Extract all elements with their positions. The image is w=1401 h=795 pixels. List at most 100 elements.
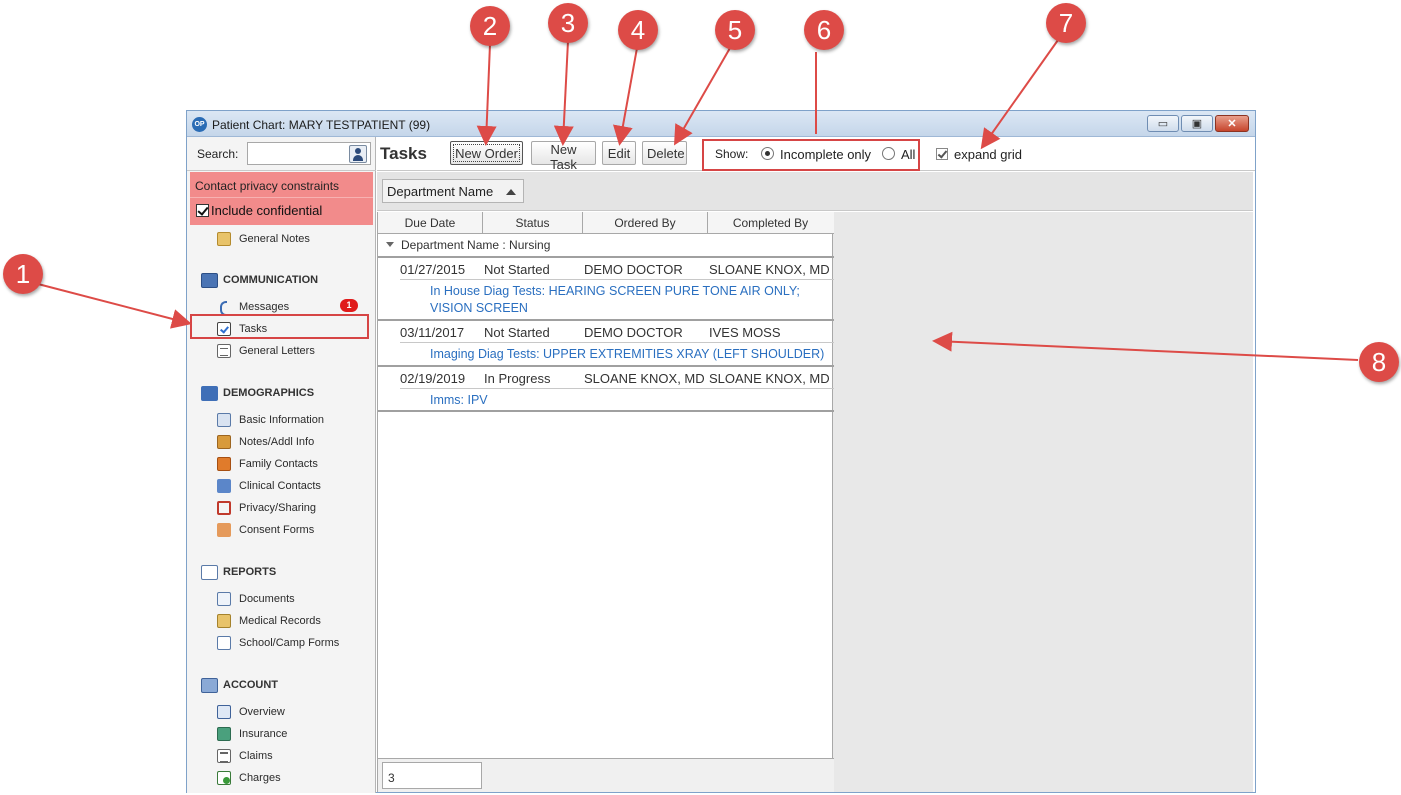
account-icon [201, 677, 218, 693]
column-header-completed-by[interactable]: Completed By [708, 212, 833, 234]
sidebar-item-label: Medical Records [239, 615, 321, 627]
privacy-constraints-text[interactable]: Contact privacy constraints [195, 179, 339, 193]
sidebar-item-label: Consent Forms [239, 524, 315, 536]
minimize-button[interactable]: ▭ [1147, 115, 1179, 132]
sidebar-item-privacy-sharing[interactable]: Privacy/Sharing [217, 499, 316, 517]
sidebar-item-label: Privacy/Sharing [239, 502, 317, 514]
sidebar-item-general-letters[interactable]: General Letters [217, 342, 315, 360]
form-icon [217, 636, 231, 650]
grid-header: Due Date Status Ordered By Completed By [378, 212, 834, 234]
new-order-button[interactable]: New Order [450, 141, 523, 165]
sidebar-item-documents[interactable]: Documents [217, 590, 295, 608]
table-row[interactable]: 01/27/2015 Not Started DEMO DOCTOR SLOAN… [378, 256, 834, 318]
sidebar-item-basic-information[interactable]: Basic Information [217, 411, 324, 429]
sidebar-item-label: Overview [239, 706, 285, 718]
sidebar-item-consent-forms[interactable]: Consent Forms [217, 521, 314, 539]
callout-1: 1 [3, 254, 43, 294]
collapse-triangle-icon[interactable] [386, 242, 394, 247]
sidebar-item-school-camp-forms[interactable]: School/Camp Forms [217, 634, 339, 652]
status-cell: Not Started [484, 325, 550, 340]
section-label: COMMUNICATION [223, 274, 319, 286]
task-meta-row[interactable]: 02/19/2019 In Progress SLOANE KNOX, MD S… [400, 367, 834, 389]
ordered-by-cell: SLOANE KNOX, MD [584, 371, 705, 386]
people-icon [201, 385, 218, 401]
task-description[interactable]: Imms: IPV [400, 390, 834, 409]
sidebar-item-overview[interactable]: Overview [217, 703, 285, 721]
sidebar-item-label: Insurance [239, 728, 288, 740]
sidebar-item-insurance[interactable]: Insurance [217, 725, 287, 743]
expand-grid-checkbox[interactable] [936, 148, 948, 160]
sidebar-item-label: Basic Information [239, 414, 324, 426]
window-controls: ▭ ▣ ✕ [1147, 115, 1249, 132]
sort-ascending-icon [506, 189, 516, 195]
sidebar-item-claims[interactable]: Claims [217, 747, 273, 765]
sidebar-item-medical-records[interactable]: Medical Records [217, 612, 321, 630]
toolbar: Tasks New Order New Task Edit Delete Sho… [377, 137, 1255, 172]
completed-by-cell: SLOANE KNOX, MD [709, 371, 830, 386]
sidebar-item-label: General Letters [239, 345, 315, 357]
sidebar-item-label: Family Contacts [239, 458, 318, 470]
folder-icon [217, 614, 231, 628]
title-bar[interactable]: OP Patient Chart: MARY TESTPATIENT (99) … [187, 111, 1255, 137]
column-header-ordered-by[interactable]: Ordered By [583, 212, 708, 234]
messages-count-badge: 1 [340, 299, 358, 312]
new-task-button[interactable]: New Task [531, 141, 596, 172]
sidebar-item-clinical-contacts[interactable]: Clinical Contacts [217, 477, 321, 495]
task-description[interactable]: In House Diag Tests: HEARING SCREEN PURE… [400, 281, 834, 317]
sidebar-item-family-contacts[interactable]: Family Contacts [217, 455, 318, 473]
expand-grid-label[interactable]: expand grid [954, 147, 1022, 162]
sidebar-item-label: Charges [239, 772, 281, 784]
due-date-cell: 03/11/2017 [400, 325, 465, 340]
page-title: Tasks [380, 144, 427, 163]
ordered-by-cell: DEMO DOCTOR [584, 262, 683, 277]
column-header-status[interactable]: Status [483, 212, 583, 234]
group-row-nursing[interactable]: Department Name : Nursing [378, 234, 834, 256]
task-meta-row[interactable]: 01/27/2015 Not Started DEMO DOCTOR SLOAN… [400, 258, 834, 280]
privacy-block: Contact privacy constraints Include conf… [190, 172, 373, 225]
callout-7: 7 [1046, 3, 1086, 43]
group-by-chip[interactable]: Department Name [382, 179, 524, 203]
screenshot-stage: OP Patient Chart: MARY TESTPATIENT (99) … [0, 0, 1401, 795]
section-label: ACCOUNT [223, 679, 278, 691]
ordered-by-cell: DEMO DOCTOR [584, 325, 683, 340]
table-row[interactable]: 03/11/2017 Not Started DEMO DOCTOR IVES … [378, 319, 834, 364]
delete-button[interactable]: Delete [642, 141, 687, 165]
sidebar-item-charges[interactable]: Charges [217, 769, 281, 787]
letter-icon [217, 344, 231, 358]
completed-by-cell: SLOANE KNOX, MD [709, 262, 830, 277]
insurance-card-icon [217, 727, 231, 741]
patient-chart-window: OP Patient Chart: MARY TESTPATIENT (99) … [186, 110, 1256, 793]
close-icon: ✕ [1227, 118, 1237, 130]
show-filter-highlight [702, 139, 920, 171]
sidebar-item-label: Clinical Contacts [239, 480, 321, 492]
restore-button[interactable]: ▣ [1181, 115, 1213, 132]
status-cell: In Progress [484, 371, 551, 386]
tasks-grid: Due Date Status Ordered By Completed By … [377, 212, 834, 792]
claims-icon [217, 749, 231, 763]
privacy-divider [190, 197, 373, 198]
thumbs-up-icon [217, 523, 231, 537]
column-header-due-date[interactable]: Due Date [378, 212, 483, 234]
include-confidential-row[interactable]: Include confidential [196, 203, 322, 218]
table-row[interactable]: 02/19/2019 In Progress SLOANE KNOX, MD S… [378, 365, 834, 412]
close-button[interactable]: ✕ [1215, 115, 1249, 132]
search-label: Search: [197, 147, 239, 161]
grid-area: Due Date Status Ordered By Completed By … [377, 212, 1253, 792]
sidebar-item-label: Documents [239, 593, 295, 605]
minimize-icon: ▭ [1157, 118, 1169, 130]
sidebar-item-general-notes[interactable]: General Notes [217, 230, 310, 248]
section-account: ACCOUNT [201, 676, 278, 694]
section-label: DEMOGRAPHICS [223, 387, 315, 399]
app-logo-icon: OP [192, 117, 207, 132]
due-date-cell: 02/19/2019 [400, 371, 466, 386]
sidebar-item-notes-addl-info[interactable]: Notes/Addl Info [217, 433, 314, 451]
task-description[interactable]: Imaging Diag Tests: UPPER EXTREMITIES XR… [400, 344, 834, 363]
edit-button[interactable]: Edit [602, 141, 636, 165]
due-date-cell: 01/27/2015 [400, 262, 466, 277]
include-confidential-checkbox[interactable] [196, 204, 209, 217]
patient-lookup-icon[interactable] [349, 145, 367, 163]
id-card-icon [217, 413, 231, 427]
task-meta-row[interactable]: 03/11/2017 Not Started DEMO DOCTOR IVES … [400, 321, 834, 343]
notepad-icon [217, 232, 231, 246]
callout-2: 2 [470, 6, 510, 46]
